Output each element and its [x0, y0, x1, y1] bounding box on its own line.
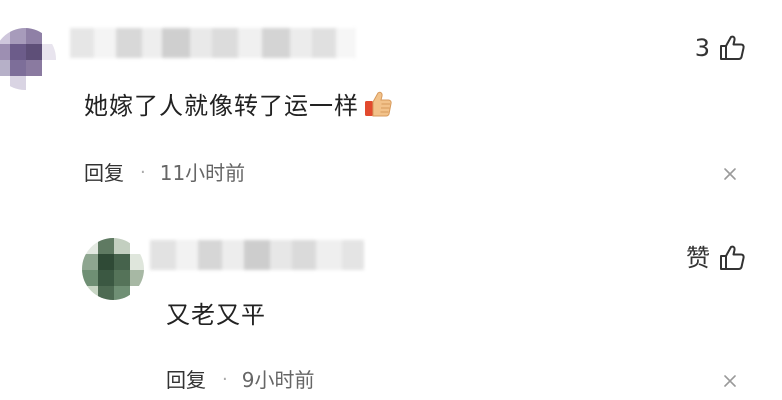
comment-meta: 回复 · 9小时前 [166, 366, 314, 394]
username-obscured[interactable] [150, 240, 364, 270]
reply-button[interactable]: 回复 [84, 159, 124, 187]
separator-dot: · [222, 369, 228, 390]
reply-button[interactable]: 回复 [166, 366, 206, 394]
close-icon[interactable] [722, 166, 738, 182]
like-button[interactable]: 赞 [686, 242, 746, 274]
thumbs-up-outline-icon [720, 245, 745, 270]
thumbs-up-emoji [365, 91, 392, 117]
comment-body: 她嫁了人就像转了运一样 [84, 92, 359, 120]
timestamp: 11小时前 [159, 161, 246, 185]
avatar[interactable] [82, 238, 144, 300]
like-label: 赞 [686, 244, 710, 272]
close-icon[interactable] [722, 373, 738, 389]
comment-meta: 回复 · 11小时前 [84, 159, 245, 187]
timestamp: 9小时前 [241, 368, 315, 392]
separator-dot: · [140, 162, 146, 183]
comment-item: 3 她嫁了人就像转了运一样 回复 · 11小时前 [0, 0, 782, 200]
like-count: 3 [694, 34, 710, 62]
username-obscured[interactable] [70, 28, 356, 58]
thumbs-up-outline-icon [720, 35, 745, 60]
comment-text: 又老又平 [166, 299, 266, 331]
like-button[interactable]: 3 [695, 32, 746, 64]
comment-text: 她嫁了人就像转了运一样 [84, 89, 393, 122]
avatar[interactable] [0, 28, 56, 90]
comment-body: 又老又平 [166, 301, 266, 329]
comment-item: 赞 又老又平 回复 · 9小时前 [0, 200, 782, 400]
